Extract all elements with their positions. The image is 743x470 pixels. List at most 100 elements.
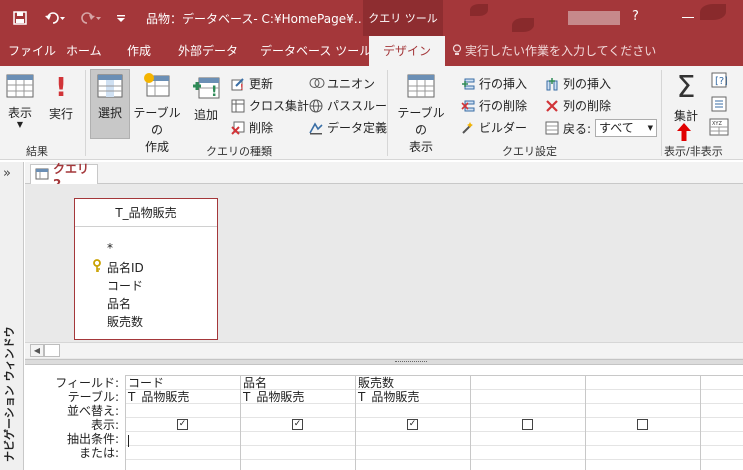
- tab-design[interactable]: デザイン: [369, 36, 446, 66]
- builder-button[interactable]: ビルダー: [461, 119, 527, 136]
- tab-create[interactable]: 作成: [127, 36, 151, 66]
- title-bar: 品物：データベース- C:¥HomePage¥… クエリ ツール ?: [0, 0, 743, 36]
- update-button[interactable]: ! 更新: [231, 75, 273, 92]
- field-list-table[interactable]: T_品物販売 * 品名ID コード 品名 販売数: [74, 198, 218, 340]
- field-cell[interactable]: 販売数: [356, 376, 470, 390]
- navigation-pane[interactable]: » ナビゲーション ウィンドウ: [0, 162, 24, 470]
- field-cell[interactable]: コード: [126, 376, 240, 390]
- totals-button[interactable]: Σ 集計: [666, 73, 706, 124]
- delete-columns-label: 列の削除: [563, 99, 612, 113]
- chevron-down-icon: ▼: [647, 124, 654, 132]
- query-icon: [35, 168, 49, 183]
- show-checkbox[interactable]: [637, 419, 648, 430]
- view-button[interactable]: 表示 ▼: [2, 74, 38, 129]
- scroll-left-arrow[interactable]: ◀: [30, 344, 44, 357]
- minimize-icon[interactable]: [682, 17, 694, 18]
- show-checkbox[interactable]: ✓: [407, 419, 418, 430]
- show-checkbox[interactable]: ✓: [292, 419, 303, 430]
- return-label: 戻る:: [563, 121, 592, 136]
- data-definition-button[interactable]: データ定義: [309, 119, 387, 136]
- grid-column[interactable]: [585, 375, 700, 470]
- or-cell[interactable]: [586, 446, 700, 460]
- field-list-item[interactable]: 品名ID: [93, 259, 144, 276]
- sort-cell[interactable]: [241, 404, 355, 418]
- help-button[interactable]: ?: [632, 9, 639, 24]
- table-cell[interactable]: T_品物販売: [241, 390, 355, 404]
- grid-column[interactable]: [700, 375, 743, 470]
- table-cell[interactable]: T_品物販売: [126, 390, 240, 404]
- field-cell[interactable]: [586, 376, 700, 390]
- criteria-cell[interactable]: [356, 432, 470, 446]
- criteria-cell[interactable]: [701, 432, 743, 446]
- table-cell[interactable]: [471, 390, 585, 404]
- grid-column[interactable]: [470, 375, 585, 470]
- sort-cell[interactable]: [701, 404, 743, 418]
- criteria-cell[interactable]: [241, 432, 355, 446]
- customize-qat-icon[interactable]: [114, 9, 128, 27]
- delete-columns-button[interactable]: 列の削除: [545, 97, 611, 114]
- return-select[interactable]: すべて ▼: [595, 119, 658, 137]
- insert-columns-label: 列の挿入: [563, 77, 612, 91]
- expand-nav-chevron[interactable]: »: [3, 166, 11, 181]
- field-cell[interactable]: 品名: [241, 376, 355, 390]
- show-cell[interactable]: [701, 418, 743, 432]
- sort-cell[interactable]: [471, 404, 585, 418]
- make-table-button[interactable]: テーブルの 作成: [132, 72, 182, 155]
- table-cell[interactable]: [701, 390, 743, 404]
- append-button[interactable]: ! 追加: [186, 74, 226, 123]
- show-checkbox[interactable]: [522, 419, 533, 430]
- sort-cell[interactable]: [126, 404, 240, 418]
- passthrough-button[interactable]: パススルー: [309, 97, 387, 114]
- scroll-thumb[interactable]: [44, 344, 60, 357]
- field-cell[interactable]: [471, 376, 585, 390]
- or-cell[interactable]: [471, 446, 585, 460]
- datasheet-view-icon: [2, 74, 38, 101]
- undo-icon[interactable]: [40, 9, 70, 27]
- field-cell[interactable]: [701, 376, 743, 390]
- table-cell[interactable]: T_品物販売: [356, 390, 470, 404]
- field-list-item[interactable]: コード: [107, 277, 143, 294]
- grid-column[interactable]: コード T_品物販売 ✓: [125, 375, 240, 470]
- splitter-grip[interactable]: [395, 361, 427, 363]
- sort-cell[interactable]: [356, 404, 470, 418]
- tell-me-box[interactable]: 実行したい作業を入力してください: [452, 36, 656, 66]
- user-account[interactable]: [568, 11, 620, 25]
- or-cell[interactable]: [126, 446, 240, 460]
- crosstab-button[interactable]: クロス集計: [231, 97, 309, 114]
- or-cell[interactable]: [241, 446, 355, 460]
- table-cell[interactable]: [586, 390, 700, 404]
- table-names-icon[interactable]: XYZ: [709, 118, 729, 139]
- tab-file[interactable]: ファイル: [8, 36, 56, 66]
- delete-query-button[interactable]: 削除: [231, 119, 273, 136]
- or-cell[interactable]: [356, 446, 470, 460]
- or-cell[interactable]: [701, 446, 743, 460]
- select-query-button[interactable]: 選択: [90, 74, 130, 121]
- parameters-icon[interactable]: [?]: [711, 72, 728, 91]
- property-sheet-icon[interactable]: [711, 96, 727, 115]
- show-checkbox[interactable]: ✓: [177, 419, 188, 430]
- criteria-cell[interactable]: [471, 432, 585, 446]
- grid-column[interactable]: 品名 T_品物販売 ✓: [240, 375, 355, 470]
- field-list-item[interactable]: 品名: [107, 295, 131, 312]
- show-table-label-1: テーブルの: [397, 106, 445, 137]
- field-list-item[interactable]: *: [107, 241, 113, 255]
- insert-rows-button[interactable]: 行の挿入: [461, 75, 527, 92]
- tab-database-tools[interactable]: データベース ツール: [260, 36, 371, 66]
- redo-icon[interactable]: [76, 9, 106, 27]
- sort-cell[interactable]: [586, 404, 700, 418]
- grid-column[interactable]: 販売数 T_品物販売 ✓: [355, 375, 470, 470]
- tab-home[interactable]: ホーム: [66, 36, 102, 66]
- save-icon[interactable]: [10, 9, 30, 27]
- tab-query2[interactable]: クエリ2: [30, 162, 98, 191]
- union-label: ユニオン: [327, 77, 376, 91]
- field-list-item[interactable]: 販売数: [107, 313, 143, 330]
- tab-external-data[interactable]: 外部データ: [178, 36, 238, 66]
- insert-columns-button[interactable]: 列の挿入: [545, 75, 611, 92]
- delete-rows-button[interactable]: 行の削除: [461, 97, 527, 114]
- horizontal-scrollbar[interactable]: ◀: [25, 342, 743, 358]
- criteria-cell[interactable]: [126, 432, 240, 446]
- run-button[interactable]: ! 実行: [44, 74, 78, 122]
- criteria-cell[interactable]: [586, 432, 700, 446]
- union-button[interactable]: ユニオン: [309, 75, 375, 92]
- show-table-button[interactable]: テーブルの 表示: [394, 74, 448, 155]
